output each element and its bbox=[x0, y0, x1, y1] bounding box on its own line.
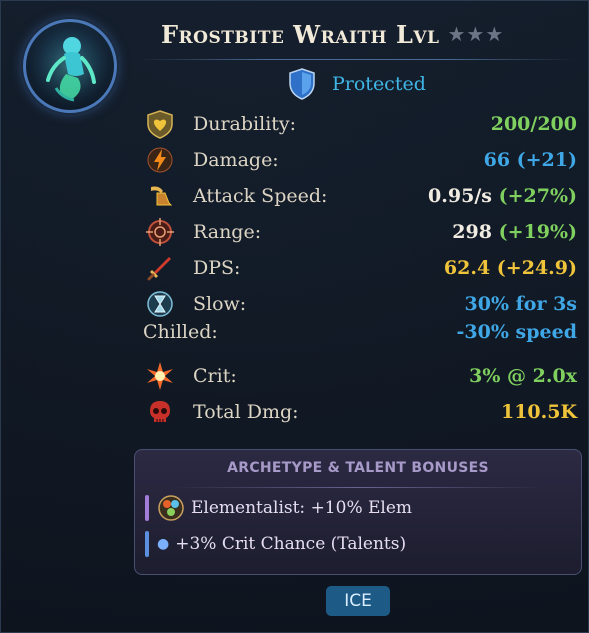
stat-total-damage: Total Dmg: 110.5K bbox=[143, 395, 577, 429]
stat-range: Range: 298 (+19%) bbox=[143, 215, 577, 249]
stat-value: 62.4 (+24.9) bbox=[443, 257, 577, 279]
bonus-accent-bar bbox=[145, 531, 149, 557]
stat-label: Slow: bbox=[193, 293, 247, 315]
status-row: Protected bbox=[288, 67, 426, 101]
bonuses-divider bbox=[170, 487, 546, 488]
stat-label: Attack Speed: bbox=[193, 185, 328, 207]
stat-label: Durability: bbox=[193, 113, 297, 135]
shield-icon bbox=[289, 68, 315, 100]
unit-info-panel: Frostbite Wraith Lvl ★★★ Protected Durab… bbox=[0, 0, 589, 633]
stat-label: Chilled: bbox=[143, 321, 218, 343]
stat-chilled: Chilled: -30% speed bbox=[143, 315, 577, 349]
star-rating: ★★★ bbox=[447, 22, 505, 46]
stat-value: 30% for 3s bbox=[464, 293, 578, 315]
stat-value-bonus: (+19%) bbox=[498, 221, 577, 243]
stat-value: 3% @ 2.0x bbox=[469, 365, 577, 387]
heart-shield-icon bbox=[143, 107, 177, 141]
wraith-icon bbox=[32, 28, 108, 104]
stat-value-bonus: (+27%) bbox=[498, 185, 577, 207]
stat-attack-speed: Attack Speed: 0.95/s (+27%) bbox=[143, 179, 577, 213]
crosshair-icon bbox=[143, 215, 177, 249]
element-tag[interactable]: ICE bbox=[326, 586, 390, 616]
winged-boot-icon bbox=[143, 179, 177, 213]
status-text: Protected bbox=[332, 73, 426, 95]
stat-damage: Damage: 66 (+21) bbox=[143, 143, 577, 177]
stat-label: Crit: bbox=[193, 365, 237, 387]
unit-name: Frostbite Wraith Lvl bbox=[161, 19, 440, 49]
stat-label: Damage: bbox=[193, 149, 279, 171]
stat-label: Range: bbox=[193, 221, 262, 243]
stat-value: 110.5K bbox=[500, 401, 577, 423]
stat-label: DPS: bbox=[193, 257, 241, 279]
bonus-item-talent[interactable]: ● +3% Crit Chance (Talents) bbox=[145, 528, 573, 560]
bullet-icon: ● bbox=[157, 536, 170, 552]
elements-orb-icon bbox=[157, 494, 185, 522]
lightning-icon bbox=[143, 143, 177, 177]
stat-value: 0.95/s (+27%) bbox=[428, 185, 577, 207]
bonuses-panel: ARCHETYPE & TALENT BONUSES Elementalist:… bbox=[134, 449, 582, 575]
bonus-accent-bar bbox=[145, 495, 149, 521]
stat-value: -30% speed bbox=[456, 321, 577, 343]
skull-icon bbox=[143, 395, 177, 429]
bonus-text: +3% Crit Chance (Talents) bbox=[175, 534, 407, 554]
stat-value-main: 0.95/s bbox=[428, 185, 492, 207]
unit-title-row: Frostbite Wraith Lvl ★★★ bbox=[161, 15, 561, 53]
stat-value: 66 (+21) bbox=[483, 149, 577, 171]
bonus-text: Elementalist: +10% Elem bbox=[191, 498, 413, 518]
title-divider bbox=[136, 59, 576, 60]
sword-icon bbox=[143, 251, 177, 285]
stat-label: Total Dmg: bbox=[193, 401, 299, 423]
bonuses-title: ARCHETYPE & TALENT BONUSES bbox=[227, 460, 489, 476]
bonus-item-elementalist[interactable]: Elementalist: +10% Elem bbox=[145, 492, 573, 524]
unit-portrait[interactable] bbox=[23, 19, 117, 113]
stat-durability: Durability: 200/200 bbox=[143, 107, 577, 141]
stat-value: 298 (+19%) bbox=[452, 221, 577, 243]
stat-dps: DPS: 62.4 (+24.9) bbox=[143, 251, 577, 285]
stat-crit: Crit: 3% @ 2.0x bbox=[143, 359, 577, 393]
stat-value: 200/200 bbox=[490, 113, 577, 135]
stat-value-main: 298 bbox=[452, 221, 492, 243]
burst-icon bbox=[143, 359, 177, 393]
